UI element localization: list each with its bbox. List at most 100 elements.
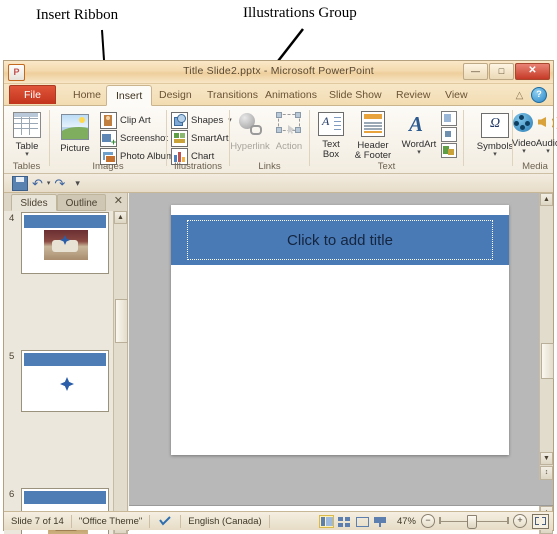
title-placeholder[interactable]: Click to add title	[187, 220, 493, 260]
tab-insert[interactable]: Insert	[106, 85, 153, 106]
zoom-out-button[interactable]: −	[421, 514, 435, 528]
slide-thumbnail-list[interactable]: 4 5 6	[4, 211, 114, 534]
date-time-button[interactable]	[441, 111, 457, 126]
ribbon-group-illustrations: Shapes ▾ SmartArt Chart Illustrations	[167, 106, 232, 173]
tab-slides[interactable]: Slides	[11, 194, 57, 211]
slide-scrollbar[interactable]: ▲ ▼ ↕	[539, 193, 554, 480]
slide-scroll-down-icon[interactable]: ▼	[540, 452, 553, 465]
slide-scroll-expand-icon[interactable]: ↕	[540, 466, 553, 480]
object-icon	[441, 143, 457, 158]
reading-view-button[interactable]	[355, 515, 370, 528]
shapes-label: Shapes	[191, 114, 224, 126]
ribbon-tab-strip: File Home Insert Design Transitions Anim…	[4, 84, 553, 106]
wordart-icon: A	[409, 112, 424, 136]
maximize-button[interactable]: □	[489, 63, 514, 80]
thumbnail-image-5	[21, 350, 109, 412]
header-footer-button[interactable]: Header & Footer	[349, 111, 397, 161]
minimize-button[interactable]: —	[463, 63, 488, 80]
redo-button[interactable]: ↷	[54, 177, 65, 190]
shapes-button[interactable]: Shapes ▾	[171, 111, 232, 129]
tab-outline[interactable]: Outline	[57, 194, 106, 211]
audio-button[interactable]: Audio ▾	[535, 112, 557, 155]
smartart-label: SmartArt	[191, 132, 229, 144]
clip-art-graphic	[60, 377, 74, 391]
language-indicator[interactable]: English (Canada)	[181, 514, 270, 528]
slide-title-band: Click to add title	[171, 215, 509, 265]
slide-number-icon	[441, 127, 457, 142]
header-footer-icon	[361, 111, 385, 137]
view-buttons	[315, 514, 392, 528]
object-button[interactable]	[441, 143, 457, 158]
header-footer-label: Header & Footer	[354, 140, 392, 161]
tab-slide-show[interactable]: Slide Show	[320, 86, 391, 105]
minimize-ribbon-icon[interactable]: △	[514, 90, 525, 101]
scroll-up-icon[interactable]: ▲	[114, 211, 127, 224]
save-button[interactable]	[12, 175, 28, 191]
undo-dropdown-icon[interactable]: ▾	[47, 179, 51, 187]
slide-scroll-up-icon[interactable]: ▲	[540, 193, 553, 206]
action-button[interactable]: Action	[269, 112, 309, 152]
video-button[interactable]: Video ▾	[511, 112, 537, 155]
thumbnail-image-4	[21, 212, 109, 274]
fit-slide-icon[interactable]	[532, 513, 549, 529]
hyperlink-button[interactable]: Hyperlink	[230, 112, 270, 152]
current-slide[interactable]: Click to add title	[171, 205, 509, 455]
pane-tab-strip: Slides Outline ✕	[4, 193, 127, 212]
slide-number-5: 5	[9, 351, 15, 362]
slide-scrollbar-thumb[interactable]	[541, 343, 554, 379]
undo-button[interactable]: ↶	[32, 177, 43, 190]
status-bar: Slide 7 of 14 "Office Theme" English (Ca…	[4, 511, 553, 530]
picture-button[interactable]: Picture	[54, 114, 96, 154]
customize-quick-access-icon[interactable]: ▾	[75, 178, 80, 189]
spell-check-icon[interactable]	[150, 514, 182, 528]
table-caret-icon: ▾	[25, 151, 29, 158]
video-caret-icon: ▾	[522, 148, 526, 155]
tab-review[interactable]: Review	[387, 86, 439, 105]
slide-thumbnail-4[interactable]: 4	[4, 211, 114, 280]
clip-art-label: Clip Art	[120, 114, 151, 126]
zoom-slider-handle[interactable]	[467, 515, 477, 529]
tab-home[interactable]: Home	[64, 86, 110, 105]
thumb-title-band	[24, 491, 106, 504]
maximize-icon: □	[498, 66, 505, 76]
picture-icon	[61, 114, 89, 140]
table-button[interactable]: Table ▾	[6, 112, 48, 158]
annotation-illustrations-group: Illustrations Group	[243, 5, 357, 21]
tab-file[interactable]: File	[9, 85, 56, 104]
close-pane-icon[interactable]: ✕	[114, 195, 123, 208]
slide-number-button[interactable]	[441, 127, 457, 142]
slide-thumbnail-5[interactable]: 5	[4, 349, 114, 418]
symbols-button[interactable]: Ω Symbols ▾	[474, 113, 516, 158]
slide-show-view-button[interactable]	[373, 515, 388, 528]
slide-number-6: 6	[9, 489, 15, 500]
clip-art-button[interactable]: Clip Art	[100, 111, 151, 129]
tab-animations[interactable]: Animations	[256, 86, 326, 105]
audio-icon	[536, 112, 557, 135]
slides-pane-scrollbar[interactable]: ▲ ▼	[113, 211, 128, 534]
normal-view-button[interactable]	[318, 514, 334, 528]
scrollbar-thumb[interactable]	[115, 299, 128, 343]
close-icon: ✕	[528, 65, 537, 76]
close-button[interactable]: ✕	[515, 63, 550, 80]
group-label-links: Links	[258, 161, 281, 172]
tab-view[interactable]: View	[436, 86, 477, 105]
ribbon-group-tables: Table ▾ Tables	[4, 106, 49, 173]
zoom-slider[interactable]	[439, 515, 509, 529]
wordart-button[interactable]: A WordArt ▾	[398, 112, 440, 157]
quick-access-toolbar: ↶ ▾ ↷ ▾	[4, 174, 553, 193]
video-icon	[511, 112, 537, 135]
help-icon[interactable]: ?	[531, 87, 547, 103]
picture-label: Picture	[60, 143, 90, 154]
slide-sorter-view-button[interactable]	[337, 515, 352, 528]
tab-design[interactable]: Design	[150, 86, 201, 105]
ribbon-right-icons: △ ?	[514, 87, 547, 103]
ribbon-group-symbols: Ω Symbols ▾	[464, 106, 513, 173]
symbols-icon: Ω	[481, 113, 509, 138]
smartart-icon	[171, 129, 188, 147]
text-box-button[interactable]: A Text Box	[314, 112, 348, 160]
theme-name[interactable]: "Office Theme"	[72, 514, 151, 528]
zoom-in-button[interactable]: +	[513, 514, 527, 528]
symbols-caret-icon: ▾	[493, 151, 497, 158]
smartart-button[interactable]: SmartArt	[171, 129, 229, 147]
annotation-insert-ribbon: Insert Ribbon	[36, 7, 119, 23]
